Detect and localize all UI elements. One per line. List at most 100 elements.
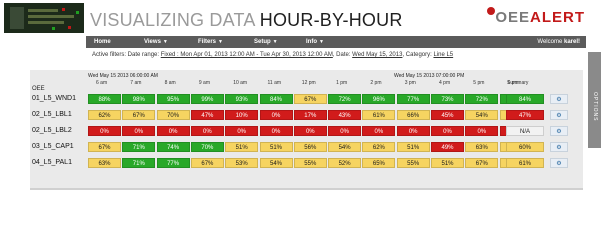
oee-cell[interactable]: 43% (328, 110, 362, 120)
oee-cell[interactable]: 55% (293, 158, 327, 168)
gear-icon[interactable]: ⚙ (550, 94, 568, 104)
oee-cell[interactable]: 63% (465, 142, 499, 152)
oee-cell[interactable]: 61% (362, 110, 396, 120)
oee-cell[interactable]: 95% (156, 94, 190, 104)
oee-cell[interactable]: 47% (190, 110, 224, 120)
oee-cell[interactable]: 53% (225, 158, 259, 168)
oee-cell[interactable]: 54% (259, 158, 293, 168)
hour-header: 5 pm (473, 80, 485, 86)
oee-cell[interactable]: 0% (396, 126, 430, 136)
oee-cell[interactable]: 0% (259, 126, 293, 136)
oee-cell[interactable]: 55% (396, 158, 430, 168)
oee-cell[interactable]: 54% (328, 142, 362, 152)
oee-cell[interactable]: 62% (88, 110, 121, 120)
oee-cell[interactable]: 84% (259, 94, 293, 104)
oee-cell[interactable]: 93% (225, 94, 259, 104)
oee-cell[interactable]: 51% (225, 142, 259, 152)
summary-cell[interactable]: 47% (506, 110, 544, 120)
oee-cell[interactable]: 88% (88, 94, 121, 104)
oee-cell[interactable]: 0% (465, 126, 499, 136)
oee-cell[interactable]: 51% (431, 158, 464, 168)
oee-cell[interactable]: 0% (431, 126, 464, 136)
machine-label[interactable]: 01_L5_WND1 (32, 95, 76, 102)
oee-cell[interactable]: 67% (88, 142, 121, 152)
hour-header: 1 pm (336, 80, 348, 86)
page-title-part1: VISUALIZING DATA (90, 10, 260, 30)
machine-label[interactable]: 02_L5_LBL1 (32, 111, 72, 118)
brand-part1: OEE (495, 9, 530, 26)
hour-header: 6 am (96, 80, 108, 86)
oee-cell[interactable]: 71% (122, 158, 156, 168)
oee-cell[interactable]: 73% (431, 94, 464, 104)
oee-cell[interactable]: 45% (431, 110, 464, 120)
gear-icon[interactable]: ⚙ (550, 126, 568, 136)
summary-cell[interactable]: N/A (506, 126, 544, 136)
oee-cell[interactable]: 49% (431, 142, 464, 152)
oee-cell[interactable]: 65% (362, 158, 396, 168)
filter-date-range-link[interactable]: Fixed : Mon Apr 01, 2013 12:00 AM - Tue … (161, 52, 333, 58)
oee-cell[interactable]: 72% (328, 94, 362, 104)
oee-cell[interactable]: 71% (122, 142, 156, 152)
oee-cell[interactable]: 77% (396, 94, 430, 104)
oee-cell[interactable]: 67% (465, 158, 499, 168)
oee-cell[interactable]: 0% (259, 110, 293, 120)
oee-cell[interactable]: 10% (225, 110, 259, 120)
oee-cell[interactable]: 62% (362, 142, 396, 152)
oee-cell[interactable]: 99% (190, 94, 224, 104)
oee-cell[interactable]: 67% (293, 94, 327, 104)
oee-cell[interactable]: 98% (122, 94, 156, 104)
oee-cell[interactable]: 77% (156, 158, 190, 168)
hour-header: 4 pm (439, 80, 451, 86)
oee-cell[interactable]: 70% (156, 110, 190, 120)
oee-cell[interactable]: 0% (190, 126, 224, 136)
oee-cell[interactable]: 52% (328, 158, 362, 168)
gear-icon[interactable]: ⚙ (550, 158, 568, 168)
hour-header: 3 pm (404, 80, 416, 86)
header: VISUALIZING DATA HOUR-BY-HOUR OEEALERT (0, 0, 601, 36)
oee-cell[interactable]: 51% (396, 142, 430, 152)
page-title: VISUALIZING DATA HOUR-BY-HOUR (90, 10, 403, 31)
oee-cell[interactable]: 67% (190, 158, 224, 168)
oee-cell[interactable]: 0% (156, 126, 190, 136)
welcome-text: Welcome karel! (537, 39, 580, 45)
oee-cell[interactable]: 0% (122, 126, 156, 136)
oee-cell[interactable]: 0% (328, 126, 362, 136)
nav-home[interactable]: Home (94, 36, 111, 48)
nav-info[interactable]: Info ▼ (306, 36, 324, 48)
oee-cell[interactable]: 96% (362, 94, 396, 104)
oee-cell[interactable]: 67% (122, 110, 156, 120)
oee-cell[interactable]: 74% (156, 142, 190, 152)
oee-cell[interactable]: 17% (293, 110, 327, 120)
brand-logo[interactable]: OEEALERT (487, 7, 585, 26)
oee-cell[interactable]: 51% (259, 142, 293, 152)
filter-category-link[interactable]: Line L5 (433, 52, 453, 58)
top-nav: Home Views ▼ Filters ▼ Setup ▼ Info ▼ Welcom… (86, 36, 586, 48)
oee-cell[interactable]: 70% (190, 142, 224, 152)
oee-cell[interactable]: 56% (293, 142, 327, 152)
logo-tile-image (4, 3, 84, 33)
welcome-user[interactable]: karel! (564, 39, 580, 45)
machine-label[interactable]: 03_L5_CAP1 (32, 143, 74, 150)
gear-icon[interactable]: ⚙ (550, 142, 568, 152)
oee-cell[interactable]: 0% (88, 126, 121, 136)
hour-header: 7 am (130, 80, 142, 86)
nav-filters[interactable]: Filters ▼ (198, 36, 223, 48)
oee-cell[interactable]: 0% (225, 126, 259, 136)
options-tab[interactable]: OPTIONS (588, 52, 601, 148)
machine-label[interactable]: 02_L5_LBL2 (32, 127, 72, 134)
summary-cell[interactable]: 60% (506, 142, 544, 152)
oee-cell[interactable]: 72% (465, 94, 499, 104)
summary-cell[interactable]: 61% (506, 158, 544, 168)
filter-date-link[interactable]: Wed May 15, 2013 (352, 52, 402, 58)
grid-end-time: Wed May 15 2013 07:00:00 PM (394, 73, 465, 79)
oee-cell[interactable]: 0% (362, 126, 396, 136)
oee-cell[interactable]: 66% (396, 110, 430, 120)
oee-cell[interactable]: 54% (465, 110, 499, 120)
nav-setup[interactable]: Setup ▼ (254, 36, 278, 48)
oee-cell[interactable]: 0% (293, 126, 327, 136)
machine-label[interactable]: 04_L5_PAL1 (32, 159, 72, 166)
oee-cell[interactable]: 63% (88, 158, 121, 168)
gear-icon[interactable]: ⚙ (550, 110, 568, 120)
nav-views[interactable]: Views ▼ (144, 36, 168, 48)
summary-cell[interactable]: 84% (506, 94, 544, 104)
